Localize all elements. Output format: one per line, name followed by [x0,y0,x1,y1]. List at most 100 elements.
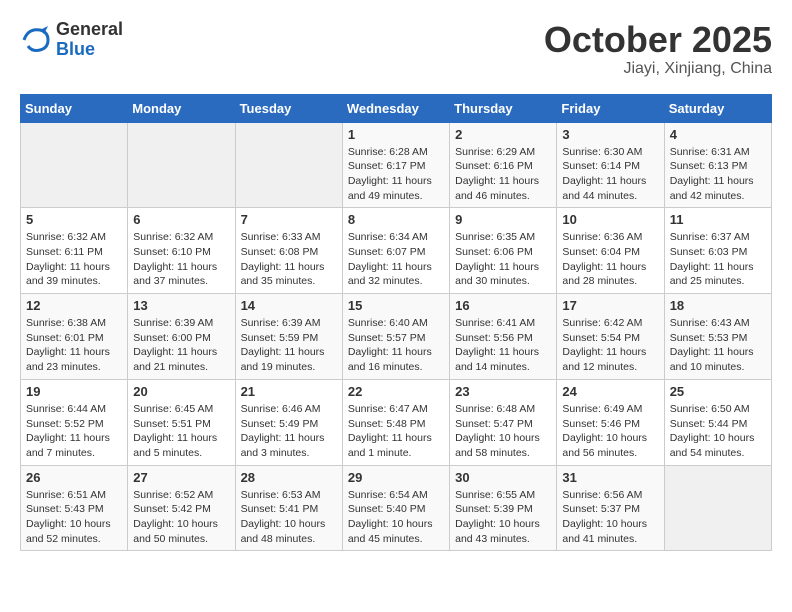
day-number: 4 [670,127,766,142]
day-info: Sunrise: 6:56 AM Sunset: 5:37 PM Dayligh… [562,488,658,547]
day-info: Sunrise: 6:50 AM Sunset: 5:44 PM Dayligh… [670,402,766,461]
day-number: 12 [26,298,122,313]
calendar-cell: 11 Sunrise: 6:37 AM Sunset: 6:03 PM Dayli… [664,208,771,294]
logo-general-text: General [56,20,123,40]
title-block: October 2025 Jiayi, Xinjiang, China [544,20,772,78]
calendar-cell: 13Sunrise: 6:39 AM Sunset: 6:00 PM Dayli… [128,294,235,380]
day-number: 9 [455,212,551,227]
calendar-cell: 23 Sunrise: 6:48 AM Sunset: 5:47 PM Dayli… [450,379,557,465]
day-info: Sunrise: 6:51 AM Sunset: 5:43 PM Dayligh… [26,488,122,547]
calendar-cell: 27 Sunrise: 6:52 AM Sunset: 5:42 PM Dayli… [128,465,235,551]
day-info: Sunrise: 6:30 AM Sunset: 6:14 PM Dayligh… [562,145,658,204]
day-info: Sunrise: 6:54 AM Sunset: 5:40 PM Dayligh… [348,488,444,547]
day-info: Sunrise: 6:52 AM Sunset: 5:42 PM Dayligh… [133,488,229,547]
day-number: 31 [562,470,658,485]
calendar-cell: 24 Sunrise: 6:49 AM Sunset: 5:46 PM Dayli… [557,379,664,465]
calendar-week-2: 5 Sunrise: 6:32 AM Sunset: 6:11 PM Daylig… [21,208,772,294]
day-number: 10 [562,212,658,227]
calendar-week-4: 19Sunrise: 6:44 AM Sunset: 5:52 PM Dayli… [21,379,772,465]
day-number: 20 [133,384,229,399]
day-number: 11 [670,212,766,227]
calendar-header-monday: Monday [128,94,235,122]
calendar-cell [21,122,128,208]
day-info: Sunrise: 6:31 AM Sunset: 6:13 PM Dayligh… [670,145,766,204]
calendar-cell: 30 Sunrise: 6:55 AM Sunset: 5:39 PM Dayli… [450,465,557,551]
day-number: 6 [133,212,229,227]
day-info: Sunrise: 6:40 AM Sunset: 5:57 PM Dayligh… [348,316,444,375]
calendar-cell: 6Sunrise: 6:32 AM Sunset: 6:10 PM Daylig… [128,208,235,294]
calendar-cell: 18 Sunrise: 6:43 AM Sunset: 5:53 PM Dayli… [664,294,771,380]
logo-blue-text: Blue [56,40,123,60]
day-number: 14 [241,298,337,313]
calendar-header-sunday: Sunday [21,94,128,122]
day-number: 24 [562,384,658,399]
calendar-table: SundayMondayTuesdayWednesdayThursdayFrid… [20,94,772,552]
page-header: General Blue October 2025 Jiayi, Xinjian… [20,20,772,78]
day-info: Sunrise: 6:33 AM Sunset: 6:08 PM Dayligh… [241,230,337,289]
calendar-cell: 4 Sunrise: 6:31 AM Sunset: 6:13 PM Daylig… [664,122,771,208]
calendar-header-saturday: Saturday [664,94,771,122]
day-info: Sunrise: 6:44 AM Sunset: 5:52 PM Dayligh… [26,402,122,461]
day-number: 29 [348,470,444,485]
day-info: Sunrise: 6:34 AM Sunset: 6:07 PM Dayligh… [348,230,444,289]
calendar-cell: 14 Sunrise: 6:39 AM Sunset: 5:59 PM Dayli… [235,294,342,380]
day-info: Sunrise: 6:43 AM Sunset: 5:53 PM Dayligh… [670,316,766,375]
day-number: 8 [348,212,444,227]
calendar-cell: 9 Sunrise: 6:35 AM Sunset: 6:06 PM Daylig… [450,208,557,294]
calendar-header-tuesday: Tuesday [235,94,342,122]
day-number: 13 [133,298,229,313]
day-number: 23 [455,384,551,399]
calendar-week-3: 12 Sunrise: 6:38 AM Sunset: 6:01 PM Dayli… [21,294,772,380]
day-number: 25 [670,384,766,399]
calendar-cell: 25 Sunrise: 6:50 AM Sunset: 5:44 PM Dayli… [664,379,771,465]
day-info: Sunrise: 6:32 AM Sunset: 6:11 PM Dayligh… [26,230,122,289]
day-number: 28 [241,470,337,485]
day-number: 3 [562,127,658,142]
day-info: Sunrise: 6:39 AM Sunset: 5:59 PM Dayligh… [241,316,337,375]
day-info: Sunrise: 6:55 AM Sunset: 5:39 PM Dayligh… [455,488,551,547]
day-number: 17 [562,298,658,313]
day-number: 27 [133,470,229,485]
day-info: Sunrise: 6:38 AM Sunset: 6:01 PM Dayligh… [26,316,122,375]
day-number: 21 [241,384,337,399]
day-number: 2 [455,127,551,142]
calendar-cell: 19Sunrise: 6:44 AM Sunset: 5:52 PM Dayli… [21,379,128,465]
calendar-cell: 16Sunrise: 6:41 AM Sunset: 5:56 PM Dayli… [450,294,557,380]
day-number: 30 [455,470,551,485]
day-info: Sunrise: 6:35 AM Sunset: 6:06 PM Dayligh… [455,230,551,289]
calendar-header-wednesday: Wednesday [342,94,449,122]
calendar-cell: 10 Sunrise: 6:36 AM Sunset: 6:04 PM Dayli… [557,208,664,294]
calendar-cell: 31 Sunrise: 6:56 AM Sunset: 5:37 PM Dayli… [557,465,664,551]
calendar-header-friday: Friday [557,94,664,122]
day-info: Sunrise: 6:53 AM Sunset: 5:41 PM Dayligh… [241,488,337,547]
calendar-cell: 3 Sunrise: 6:30 AM Sunset: 6:14 PM Daylig… [557,122,664,208]
day-number: 5 [26,212,122,227]
calendar-cell [235,122,342,208]
day-info: Sunrise: 6:49 AM Sunset: 5:46 PM Dayligh… [562,402,658,461]
calendar-cell: 22 Sunrise: 6:47 AM Sunset: 5:48 PM Dayli… [342,379,449,465]
logo: General Blue [20,20,123,60]
day-info: Sunrise: 6:48 AM Sunset: 5:47 PM Dayligh… [455,402,551,461]
day-info: Sunrise: 6:42 AM Sunset: 5:54 PM Dayligh… [562,316,658,375]
calendar-cell: 12 Sunrise: 6:38 AM Sunset: 6:01 PM Dayli… [21,294,128,380]
day-info: Sunrise: 6:37 AM Sunset: 6:03 PM Dayligh… [670,230,766,289]
day-number: 22 [348,384,444,399]
day-number: 1 [348,127,444,142]
day-number: 18 [670,298,766,313]
month-title: October 2025 [544,20,772,60]
calendar-cell [664,465,771,551]
day-info: Sunrise: 6:45 AM Sunset: 5:51 PM Dayligh… [133,402,229,461]
day-info: Sunrise: 6:41 AM Sunset: 5:56 PM Dayligh… [455,316,551,375]
calendar-week-5: 26 Sunrise: 6:51 AM Sunset: 5:43 PM Dayli… [21,465,772,551]
calendar-cell: 5 Sunrise: 6:32 AM Sunset: 6:11 PM Daylig… [21,208,128,294]
calendar-cell: 2 Sunrise: 6:29 AM Sunset: 6:16 PM Daylig… [450,122,557,208]
day-info: Sunrise: 6:36 AM Sunset: 6:04 PM Dayligh… [562,230,658,289]
calendar-cell: 26 Sunrise: 6:51 AM Sunset: 5:43 PM Dayli… [21,465,128,551]
day-info: Sunrise: 6:47 AM Sunset: 5:48 PM Dayligh… [348,402,444,461]
location-text: Jiayi, Xinjiang, China [544,60,772,78]
calendar-cell: 20 Sunrise: 6:45 AM Sunset: 5:51 PM Dayli… [128,379,235,465]
day-info: Sunrise: 6:29 AM Sunset: 6:16 PM Dayligh… [455,145,551,204]
day-info: Sunrise: 6:46 AM Sunset: 5:49 PM Dayligh… [241,402,337,461]
day-number: 26 [26,470,122,485]
calendar-cell: 7Sunrise: 6:33 AM Sunset: 6:08 PM Daylig… [235,208,342,294]
